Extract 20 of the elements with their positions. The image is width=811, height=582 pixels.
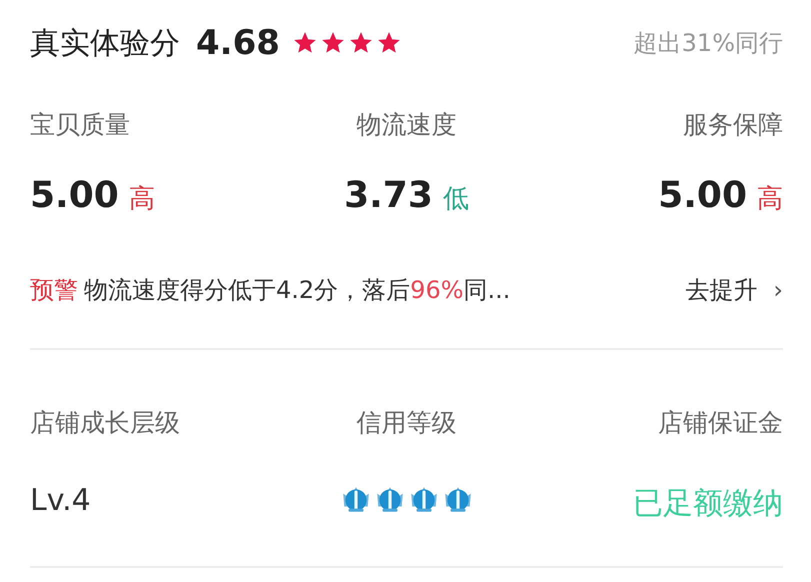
metric-value: 3.73 [344, 175, 433, 216]
warning-label: 预警 [30, 275, 78, 306]
metric-label: 服务保障 [683, 110, 783, 139]
metric-level: 高 [757, 183, 783, 216]
warning-message: 物流速度得分低于4.2分，落后96%同... [84, 275, 510, 306]
shop-label: 信用等级 [356, 408, 456, 437]
metric-level: 低 [442, 183, 469, 216]
growth-level: Lv.4 [30, 483, 91, 518]
metric-value: 5.00 [658, 175, 747, 216]
shop-label: 店铺保证金 [658, 408, 783, 437]
metric-label: 物流速度 [356, 110, 456, 139]
deposit-status: 已足额缴纳 [633, 485, 783, 523]
shop-label: 店铺成长层级 [30, 408, 180, 437]
metric-label: 宝贝质量 [30, 110, 130, 139]
metric-value: 5.00 [30, 175, 119, 216]
score-value: 4.68 [196, 23, 280, 63]
score-title: 真实体验分 [30, 24, 180, 62]
improve-link[interactable]: 去提升 › [685, 274, 783, 306]
metric-level: 高 [128, 183, 155, 216]
peer-comparison: 超出31%同行 [634, 28, 783, 59]
